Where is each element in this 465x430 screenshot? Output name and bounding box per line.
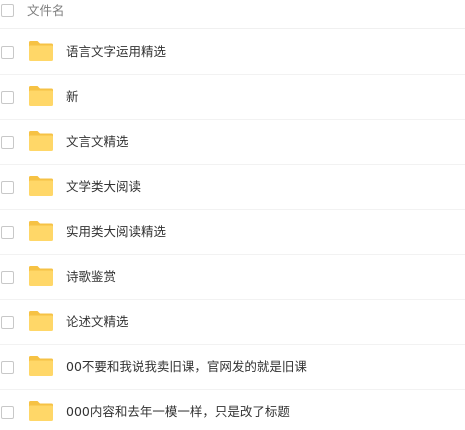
file-row[interactable]: 文学类大阅读 bbox=[0, 165, 465, 210]
file-row[interactable]: 实用类大阅读精选 bbox=[0, 210, 465, 255]
file-row[interactable]: 语言文字运用精选 bbox=[0, 30, 465, 75]
row-checkbox[interactable] bbox=[1, 181, 14, 194]
row-checkbox[interactable] bbox=[1, 46, 14, 59]
file-row[interactable]: 文言文精选 bbox=[0, 120, 465, 165]
row-checkbox[interactable] bbox=[1, 91, 14, 104]
file-name[interactable]: 新 bbox=[66, 89, 79, 105]
row-checkbox[interactable] bbox=[1, 361, 14, 374]
folder-icon bbox=[29, 401, 53, 421]
folder-icon bbox=[29, 266, 53, 286]
row-checkbox[interactable] bbox=[1, 316, 14, 329]
filename-column-header[interactable]: 文件名 bbox=[27, 3, 65, 19]
file-list-header: 文件名 bbox=[0, 0, 465, 29]
folder-icon bbox=[29, 41, 53, 61]
file-list: 文件名 语言文字运用精选 新 文言文精选 文学类大阅读 实用类大阅读精选 诗歌鉴… bbox=[0, 0, 465, 430]
file-name[interactable]: 文言文精选 bbox=[66, 134, 129, 150]
folder-icon bbox=[29, 221, 53, 241]
folder-icon bbox=[29, 311, 53, 331]
folder-icon bbox=[29, 356, 53, 376]
file-name[interactable]: 实用类大阅读精选 bbox=[66, 224, 166, 240]
file-row[interactable]: 新 bbox=[0, 75, 465, 120]
row-checkbox[interactable] bbox=[1, 271, 14, 284]
row-checkbox[interactable] bbox=[1, 406, 14, 419]
file-name[interactable]: 诗歌鉴赏 bbox=[66, 269, 116, 285]
file-name[interactable]: 语言文字运用精选 bbox=[66, 44, 166, 60]
file-name[interactable]: 论述文精选 bbox=[66, 314, 129, 330]
file-name[interactable]: 00不要和我说我卖旧课，官网发的就是旧课 bbox=[66, 359, 307, 375]
row-checkbox[interactable] bbox=[1, 226, 14, 239]
row-checkbox[interactable] bbox=[1, 136, 14, 149]
folder-icon bbox=[29, 86, 53, 106]
file-name[interactable]: 文学类大阅读 bbox=[66, 179, 141, 195]
select-all-checkbox[interactable] bbox=[1, 4, 14, 17]
folder-icon bbox=[29, 131, 53, 151]
file-row[interactable]: 诗歌鉴赏 bbox=[0, 255, 465, 300]
file-name[interactable]: 000内容和去年一模一样，只是改了标题 bbox=[66, 404, 290, 420]
file-row[interactable]: 00不要和我说我卖旧课，官网发的就是旧课 bbox=[0, 345, 465, 390]
file-row[interactable]: 论述文精选 bbox=[0, 300, 465, 345]
folder-icon bbox=[29, 176, 53, 196]
file-row[interactable]: 000内容和去年一模一样，只是改了标题 bbox=[0, 390, 465, 430]
